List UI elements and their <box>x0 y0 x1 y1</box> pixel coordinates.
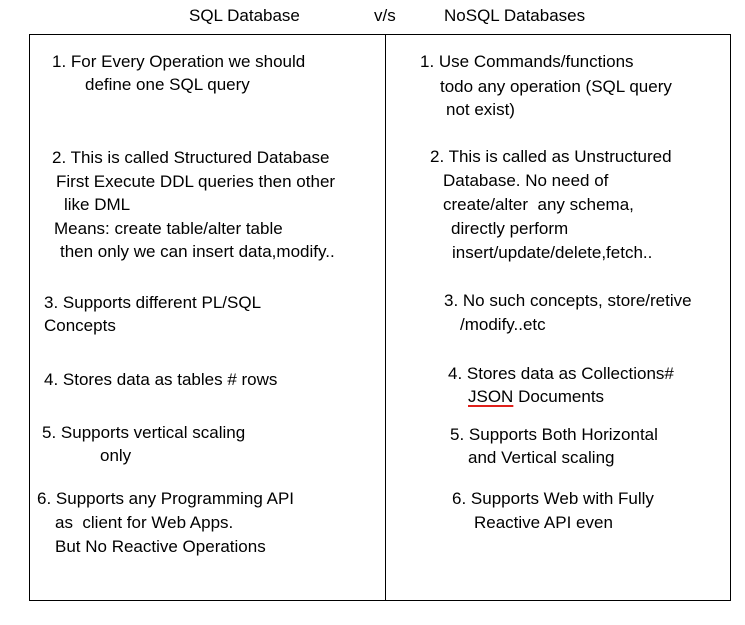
nosql-point-2-line-3: create/alter any schema, <box>443 195 634 214</box>
sql-point-5-line-2: only <box>100 446 132 465</box>
sql-point-2-line-4: Means: create table/alter table <box>54 219 283 238</box>
sql-point-2-line-1: 2. This is called Structured Database <box>52 148 330 167</box>
nosql-point-2-line-1: 2. This is called as Unstructured <box>430 147 672 166</box>
sql-point-1-line-2: define one SQL query <box>85 75 250 94</box>
sql-point-3-line-1: 3. Supports different PL/SQL <box>44 293 262 312</box>
sql-point-6-line-1: 6. Supports any Programming API <box>37 489 295 508</box>
nosql-point-4-line-2: JSON Documents <box>468 386 604 408</box>
sql-point-2-line-5: then only we can insert data,modify.. <box>60 242 335 261</box>
header-nosql: NoSQL Databases <box>444 6 586 25</box>
sql-point-4-line-1: 4. Stores data as tables # rows <box>44 370 278 389</box>
nosql-point-5-line-1: 5. Supports Both Horizontal <box>450 425 658 444</box>
nosql-point-5-line-2: and Vertical scaling <box>468 448 615 467</box>
nosql-point-1-line-3: not exist) <box>446 100 515 119</box>
header-vs: v/s <box>374 6 396 25</box>
sql-point-3-line-2: Concepts <box>44 316 116 335</box>
nosql-point-2-line-4: directly perform <box>451 219 569 238</box>
sql-point-2-line-3: like DML <box>64 195 131 214</box>
nosql-point-1-line-1: 1. Use Commands/functions <box>420 52 634 71</box>
header-sql: SQL Database <box>189 6 300 25</box>
json-underlined-term: JSON <box>468 387 514 406</box>
documents-text: Documents <box>513 387 605 406</box>
sql-point-1-line-1: 1. For Every Operation we should <box>52 52 306 71</box>
nosql-point-6-line-2: Reactive API even <box>474 513 613 532</box>
nosql-point-3-line-1: 3. No such concepts, store/retive <box>444 291 692 310</box>
column-divider <box>385 34 386 601</box>
nosql-point-2-line-5: insert/update/delete,fetch.. <box>452 243 653 262</box>
sql-point-6-line-3: But No Reactive Operations <box>55 537 266 556</box>
nosql-point-2-line-2: Database. No need of <box>443 171 609 190</box>
sql-point-5-line-1: 5. Supports vertical scaling <box>42 423 246 442</box>
nosql-point-4-line-1: 4. Stores data as Collections# <box>448 364 674 383</box>
nosql-point-3-line-2: /modify..etc <box>460 315 546 334</box>
sql-point-2-line-2: First Execute DDL queries then other <box>56 172 336 191</box>
sql-point-6-line-2: as client for Web Apps. <box>55 513 234 532</box>
nosql-point-1-line-2: todo any operation (SQL query <box>440 77 672 96</box>
nosql-point-6-line-1: 6. Supports Web with Fully <box>452 489 654 508</box>
